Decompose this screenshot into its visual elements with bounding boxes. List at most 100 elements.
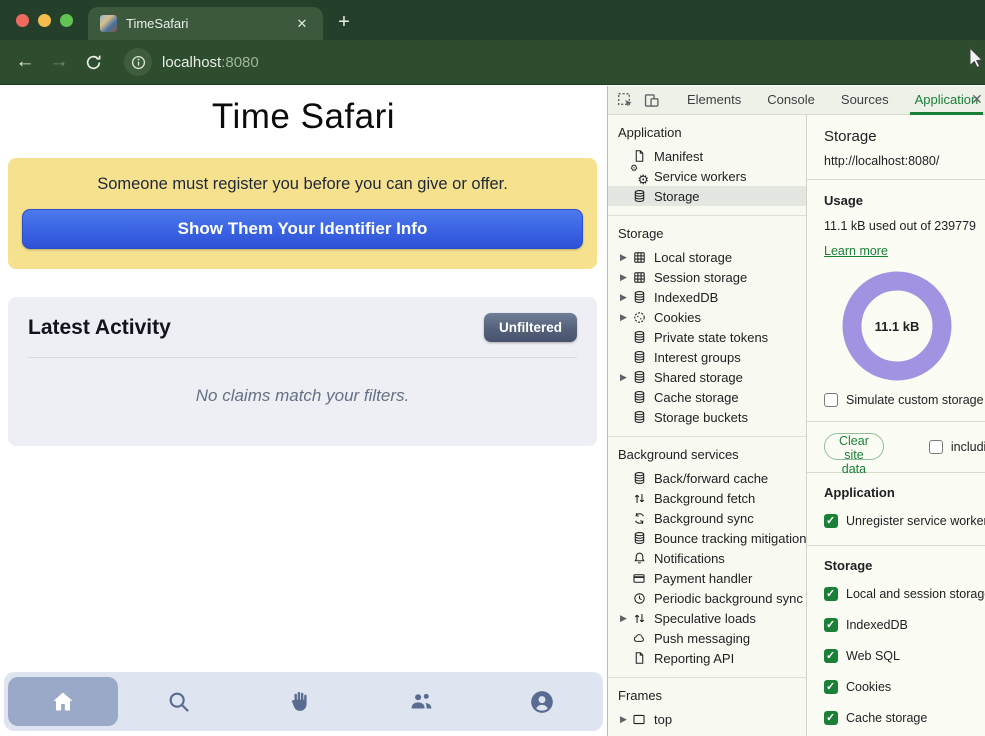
expand-arrow-icon[interactable]: ▶: [620, 714, 631, 725]
sidebar-section-title: Storage: [618, 226, 806, 241]
sidebar-item-private-state-tokens[interactable]: Private state tokens: [608, 327, 806, 347]
sidebar-item-storage[interactable]: Storage: [608, 186, 806, 206]
unregister-service-workers-checkbox[interactable]: Unregister service workers: [824, 514, 985, 528]
new-tab-button[interactable]: +: [330, 9, 358, 37]
indexeddb-checkbox[interactable]: IndexedDB: [824, 618, 985, 632]
web-sql-checkbox[interactable]: Web SQL: [824, 649, 985, 663]
expand-arrow-icon[interactable]: ▶: [620, 372, 631, 383]
cache-storage-checkbox[interactable]: Cache storage: [824, 711, 985, 725]
storage-panel-title: Storage: [824, 128, 985, 145]
sidebar-section-title: Application: [618, 125, 806, 140]
sidebar-item-periodic-background-sync[interactable]: Periodic background sync: [608, 588, 806, 608]
sidebar-item-storage-buckets[interactable]: Storage buckets: [608, 407, 806, 427]
cookie-icon: [631, 309, 647, 325]
search-icon: [166, 689, 192, 715]
nav-search-button[interactable]: [118, 672, 239, 731]
sidebar-item-interest-groups[interactable]: Interest groups: [608, 347, 806, 367]
tab-strip: TimeSafari ✕ +: [0, 0, 985, 40]
updown-icon: [631, 610, 647, 626]
sidebar-item-push-messaging[interactable]: Push messaging: [608, 628, 806, 648]
panel-divider: [807, 421, 985, 422]
checkbox-checked-icon[interactable]: [824, 711, 838, 725]
sidebar-item-service-workers[interactable]: ⚙⚙ Service workers: [608, 166, 806, 186]
site-info-icon[interactable]: [124, 48, 152, 76]
panel-divider: [807, 472, 985, 473]
sidebar-item-cache-storage[interactable]: Cache storage: [608, 387, 806, 407]
learn-more-link[interactable]: Learn more: [824, 244, 888, 258]
sidebar-item-top[interactable]: ▶ top: [608, 709, 806, 729]
expand-arrow-icon[interactable]: ▶: [620, 292, 631, 303]
sidebar-section: Application Manifest ⚙⚙ Service workers …: [608, 115, 806, 216]
expand-arrow-icon[interactable]: ▶: [620, 252, 631, 263]
sidebar-item-notifications[interactable]: Notifications: [608, 548, 806, 568]
clear-site-data-button[interactable]: Clear site data: [824, 433, 884, 460]
browser-tab[interactable]: TimeSafari ✕: [88, 7, 323, 40]
sidebar-item-local-storage[interactable]: ▶ Local storage: [608, 247, 806, 267]
sidebar-item-back-forward-cache[interactable]: Back/forward cache: [608, 468, 806, 488]
sidebar-item-indexeddb[interactable]: ▶ IndexedDB: [608, 287, 806, 307]
checkbox-checked-icon[interactable]: [824, 618, 838, 632]
checkbox-checked-icon[interactable]: [824, 514, 838, 528]
url-text[interactable]: localhost:8080: [162, 54, 259, 71]
application-section-heading: Application: [824, 485, 985, 500]
reload-icon[interactable]: [76, 54, 110, 71]
show-identifier-button[interactable]: Show Them Your Identifier Info: [22, 209, 583, 249]
nav-home-button[interactable]: [8, 677, 118, 726]
nav-hand-button[interactable]: [239, 672, 360, 731]
checkbox-checked-icon[interactable]: [824, 587, 838, 601]
doc-icon: [631, 650, 647, 666]
simulate-quota-checkbox[interactable]: Simulate custom storage quota: [824, 393, 985, 407]
address-bar[interactable]: localhost:8080: [124, 48, 259, 76]
bottom-navigation: [4, 672, 603, 731]
clock-icon: [631, 590, 647, 606]
devtools-tab-sources[interactable]: Sources: [828, 86, 902, 115]
sidebar-item-cookies[interactable]: ▶ Cookies: [608, 307, 806, 327]
sidebar-item-speculative-loads[interactable]: ▶ Speculative loads: [608, 608, 806, 628]
db-icon: [631, 470, 647, 486]
checkbox-checked-icon[interactable]: [824, 649, 838, 663]
gears-icon: ⚙⚙: [631, 168, 647, 184]
usage-text: 11.1 kB used out of 239779: [824, 219, 985, 233]
devtools-tab-elements[interactable]: Elements: [674, 86, 754, 115]
nav-people-button[interactable]: [361, 672, 482, 731]
nav-profile-button[interactable]: [482, 672, 603, 731]
forward-icon[interactable]: →: [42, 51, 76, 73]
sidebar-item-bounce-tracking-mitigation[interactable]: Bounce tracking mitigation: [608, 528, 806, 548]
unfiltered-button[interactable]: Unfiltered: [484, 313, 577, 342]
tab-favicon: [100, 15, 117, 32]
storage-section-heading: Storage: [824, 558, 985, 573]
checkbox-unchecked-icon[interactable]: [824, 393, 838, 407]
expand-arrow-icon[interactable]: ▶: [620, 613, 631, 624]
sidebar-section: Storage ▶ Local storage ▶ Session storag…: [608, 216, 806, 437]
expand-arrow-icon[interactable]: ▶: [620, 272, 631, 283]
sidebar-item-background-fetch[interactable]: Background fetch: [608, 488, 806, 508]
sidebar-item-session-storage[interactable]: ▶ Session storage: [608, 267, 806, 287]
tab-close-icon[interactable]: ✕: [293, 15, 311, 33]
back-icon[interactable]: ←: [8, 51, 42, 73]
local-and-session-storage-checkbox[interactable]: Local and session storage: [824, 587, 985, 601]
expand-arrow-icon[interactable]: ▶: [620, 312, 631, 323]
bell-icon: [631, 550, 647, 566]
checkbox-unchecked-icon[interactable]: [929, 440, 943, 454]
mouse-cursor: [969, 47, 985, 74]
third-party-cookies-checkbox[interactable]: including third-party cookies: [929, 440, 985, 454]
device-toolbar-icon[interactable]: [643, 90, 660, 110]
minimize-window-button[interactable]: [38, 14, 51, 27]
devtools-toolbar: ElementsConsoleSourcesApplication ✕: [608, 86, 985, 115]
application-sidebar: Application Manifest ⚙⚙ Service workers …: [608, 115, 807, 736]
sidebar-item-background-sync[interactable]: Background sync: [608, 508, 806, 528]
checkbox-checked-icon[interactable]: [824, 680, 838, 694]
sidebar-item-reporting-api[interactable]: Reporting API: [608, 648, 806, 668]
devtools-tab-console[interactable]: Console: [754, 86, 828, 115]
zoom-window-button[interactable]: [60, 14, 73, 27]
cookies-checkbox[interactable]: Cookies: [824, 680, 985, 694]
sidebar-item-shared-storage[interactable]: ▶ Shared storage: [608, 367, 806, 387]
cloud-icon: [631, 630, 647, 646]
table-icon: [631, 249, 647, 265]
inspect-element-icon[interactable]: [617, 90, 634, 110]
sidebar-item-payment-handler[interactable]: Payment handler: [608, 568, 806, 588]
devtools-close-icon[interactable]: ✕: [971, 91, 985, 108]
activity-heading: Latest Activity: [28, 316, 171, 340]
close-window-button[interactable]: [16, 14, 29, 27]
page-content: Time Safari Someone must register you be…: [0, 86, 607, 736]
